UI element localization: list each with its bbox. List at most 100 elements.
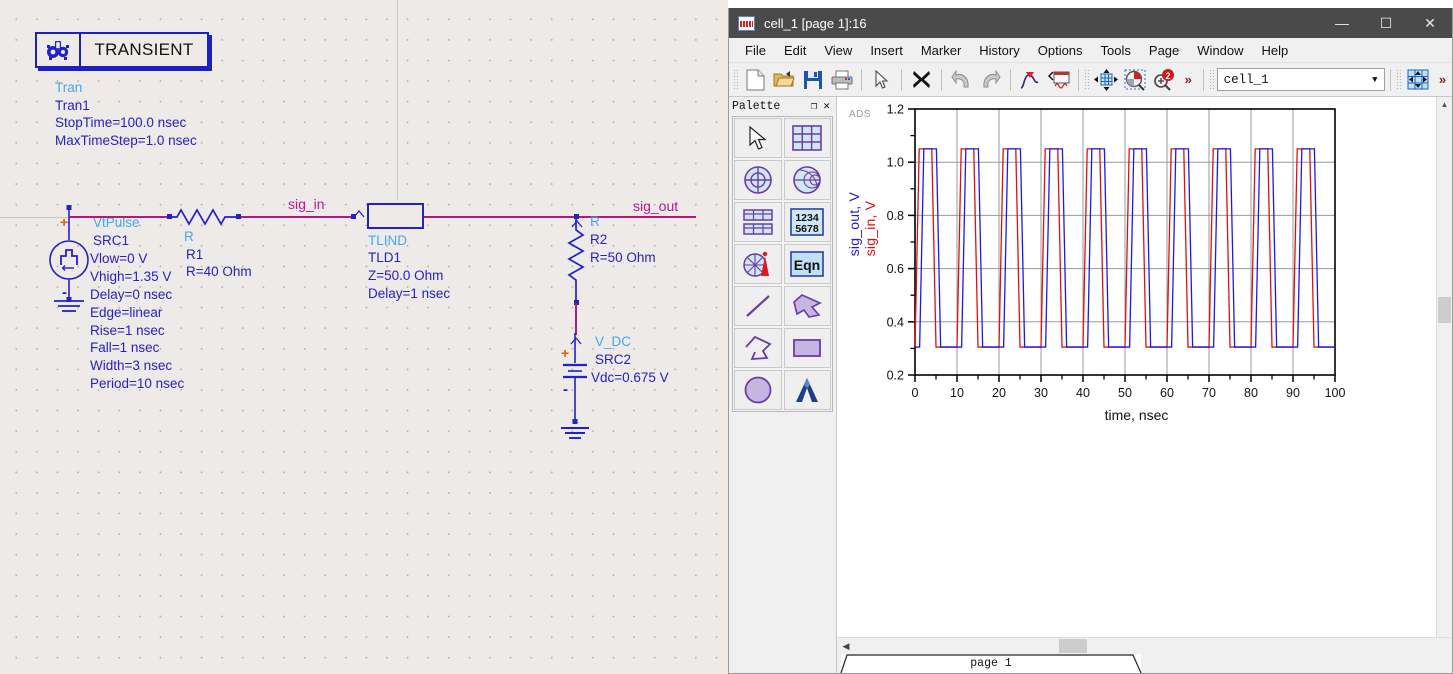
zoom-in-icon[interactable]: 2: [1150, 66, 1179, 94]
smith-chart-tool[interactable]: [783, 160, 831, 200]
toolbar-separator-2: [901, 68, 903, 91]
menu-marker[interactable]: Marker: [912, 40, 970, 61]
y-tick-label: 1.2: [887, 103, 904, 117]
numeric-table-tool[interactable]: 1234 5678: [783, 202, 831, 242]
cell-selector-combobox[interactable]: cell_1 ▼: [1216, 68, 1386, 91]
select-arrow-tool[interactable]: [734, 118, 782, 158]
menubar[interactable]: File Edit View Insert Marker History Opt…: [729, 38, 1452, 63]
wire-source-to-r1[interactable]: [70, 216, 170, 218]
palette-float-icon[interactable]: ❐: [811, 99, 818, 113]
x-tick-label: 10: [950, 386, 964, 400]
grid-move-icon[interactable]: [1404, 66, 1433, 94]
menu-tools[interactable]: Tools: [1092, 40, 1140, 61]
menu-help[interactable]: Help: [1253, 40, 1298, 61]
menu-page[interactable]: Page: [1140, 40, 1188, 61]
ads-data-display-window[interactable]: cell_1 [page 1]:16 — ☐ ✕ File Edit View …: [728, 8, 1453, 674]
toolbar-grip-2[interactable]: [1084, 68, 1090, 91]
print-icon[interactable]: [827, 66, 856, 94]
pan-icon[interactable]: [1092, 66, 1121, 94]
vertical-scroll-thumb[interactable]: [1438, 297, 1451, 323]
transient-sim-block[interactable]: TRANSIENT: [35, 32, 209, 68]
menu-window[interactable]: Window: [1188, 40, 1252, 61]
palette-tool-grid[interactable]: 1234 5678 Eqn: [732, 116, 833, 412]
arrow-polyline-tool[interactable]: [783, 286, 831, 326]
horizontal-scroll-thumb[interactable]: [1059, 639, 1087, 653]
page-tabstrip[interactable]: page 1: [837, 654, 1452, 673]
vdc-plus-sign: +: [561, 345, 570, 361]
toolbar-grip-3[interactable]: [1208, 68, 1214, 91]
r2-value-label: R=50 Ohm: [590, 250, 656, 265]
toolbar-grip-4[interactable]: [1396, 68, 1402, 91]
plot-scroll-area: ADS sig_out, V sig_in, V 0.2 0.4 0.6 0.8 1.0…: [837, 97, 1452, 637]
horizontal-scrollbar[interactable]: ◀: [837, 637, 1452, 654]
x-tick-label: 100: [1325, 386, 1346, 400]
toolbar-overflow-chevron[interactable]: »: [1179, 72, 1198, 87]
save-icon[interactable]: [799, 66, 828, 94]
window-controls[interactable]: — ☐ ✕: [1320, 8, 1452, 38]
palette-close-icon[interactable]: ✕: [823, 99, 830, 113]
plot-canvas[interactable]: ADS sig_out, V sig_in, V 0.2 0.4 0.6 0.8 1.0…: [837, 97, 1436, 637]
menu-view[interactable]: View: [815, 40, 861, 61]
text-tool[interactable]: [783, 370, 831, 410]
polyline-tool[interactable]: [734, 328, 782, 368]
x-tick-label: 20: [992, 386, 1006, 400]
palette-title: Palette: [732, 99, 781, 113]
waveform-plot[interactable]: 0.2 0.4 0.6 0.8 1.0 1.2 0 10 20 30 40 50 60 70 80 90 100: [837, 97, 1436, 517]
r1-instance-label: R1: [186, 247, 204, 262]
select-arrow-icon[interactable]: [867, 66, 896, 94]
new-document-icon[interactable]: [741, 66, 770, 94]
plot-pane[interactable]: ADS sig_out, V sig_in, V 0.2 0.4 0.6 0.8 1.0…: [837, 97, 1452, 673]
insert-trace-icon[interactable]: [1016, 66, 1045, 94]
minimize-button[interactable]: —: [1320, 8, 1364, 38]
palette-numbers-row2: 5678: [796, 223, 820, 235]
x-tick-label: 90: [1286, 386, 1300, 400]
transient-block-title: TRANSIENT: [94, 40, 194, 59]
window-titlebar[interactable]: cell_1 [page 1]:16 — ☐ ✕: [729, 8, 1452, 38]
polar-plot-tool[interactable]: [734, 160, 782, 200]
open-folder-icon[interactable]: [770, 66, 799, 94]
toolbar-grip[interactable]: [733, 68, 738, 91]
menu-edit[interactable]: Edit: [775, 40, 815, 61]
schematic-canvas[interactable]: TRANSIENT Tran Tran1 StopTime=100.0 nsec…: [0, 0, 728, 674]
vertical-scrollbar[interactable]: ▲: [1436, 97, 1452, 637]
source-minus-sign: -: [62, 284, 67, 301]
toolbar-separator-7: [1390, 68, 1392, 91]
close-button[interactable]: ✕: [1408, 8, 1452, 38]
main-toolbar[interactable]: 2 » cell_1 ▼ »: [729, 63, 1452, 97]
source-param-vhigh: Vhigh=1.35 V: [90, 269, 172, 284]
delete-x-icon[interactable]: [907, 66, 936, 94]
chevron-down-icon[interactable]: ▼: [1365, 69, 1384, 90]
line-tool[interactable]: [734, 286, 782, 326]
tran-type-label: Tran: [55, 80, 83, 95]
toolbar-overflow-chevron-2[interactable]: »: [1433, 72, 1452, 87]
palette-panel[interactable]: Palette ❐ ✕ 1234 5678 Eqn: [729, 97, 837, 673]
insert-plot-icon[interactable]: [1044, 66, 1073, 94]
circle-tool[interactable]: [734, 370, 782, 410]
tline-param-z: Z=50.0 Ohm: [368, 268, 444, 283]
x-tick-label: 30: [1034, 386, 1048, 400]
window-body: Palette ❐ ✕ 1234 5678 Eqn ADS sig_out, V…: [729, 97, 1452, 673]
list-table-tool[interactable]: [734, 202, 782, 242]
rectangle-tool[interactable]: [783, 328, 831, 368]
page-tab-page-1[interactable]: page 1: [841, 654, 1141, 673]
menu-insert[interactable]: Insert: [861, 40, 912, 61]
menu-history[interactable]: History: [970, 40, 1028, 61]
r1-type-label: R: [184, 229, 194, 244]
waveform-icon: [738, 15, 755, 31]
undo-icon[interactable]: [947, 66, 976, 94]
zoom-area-icon[interactable]: [1121, 66, 1150, 94]
scroll-left-arrow-icon[interactable]: ◀: [839, 639, 853, 653]
maximize-button[interactable]: ☐: [1364, 8, 1408, 38]
r2-type-label: R: [590, 214, 600, 229]
palette-header[interactable]: Palette ❐ ✕: [729, 97, 836, 115]
menu-file[interactable]: File: [736, 40, 775, 61]
wire-r2-to-vdc[interactable]: [575, 303, 577, 335]
antenna-pattern-tool[interactable]: [734, 244, 782, 284]
rect-grid-tool[interactable]: [783, 118, 831, 158]
tline-symbol[interactable]: [367, 203, 424, 229]
redo-icon[interactable]: [976, 66, 1005, 94]
scroll-up-arrow-icon[interactable]: ▲: [1437, 97, 1452, 111]
equation-tool[interactable]: Eqn: [783, 244, 831, 284]
menu-options[interactable]: Options: [1029, 40, 1092, 61]
wire-r1-to-tline[interactable]: [241, 216, 353, 218]
